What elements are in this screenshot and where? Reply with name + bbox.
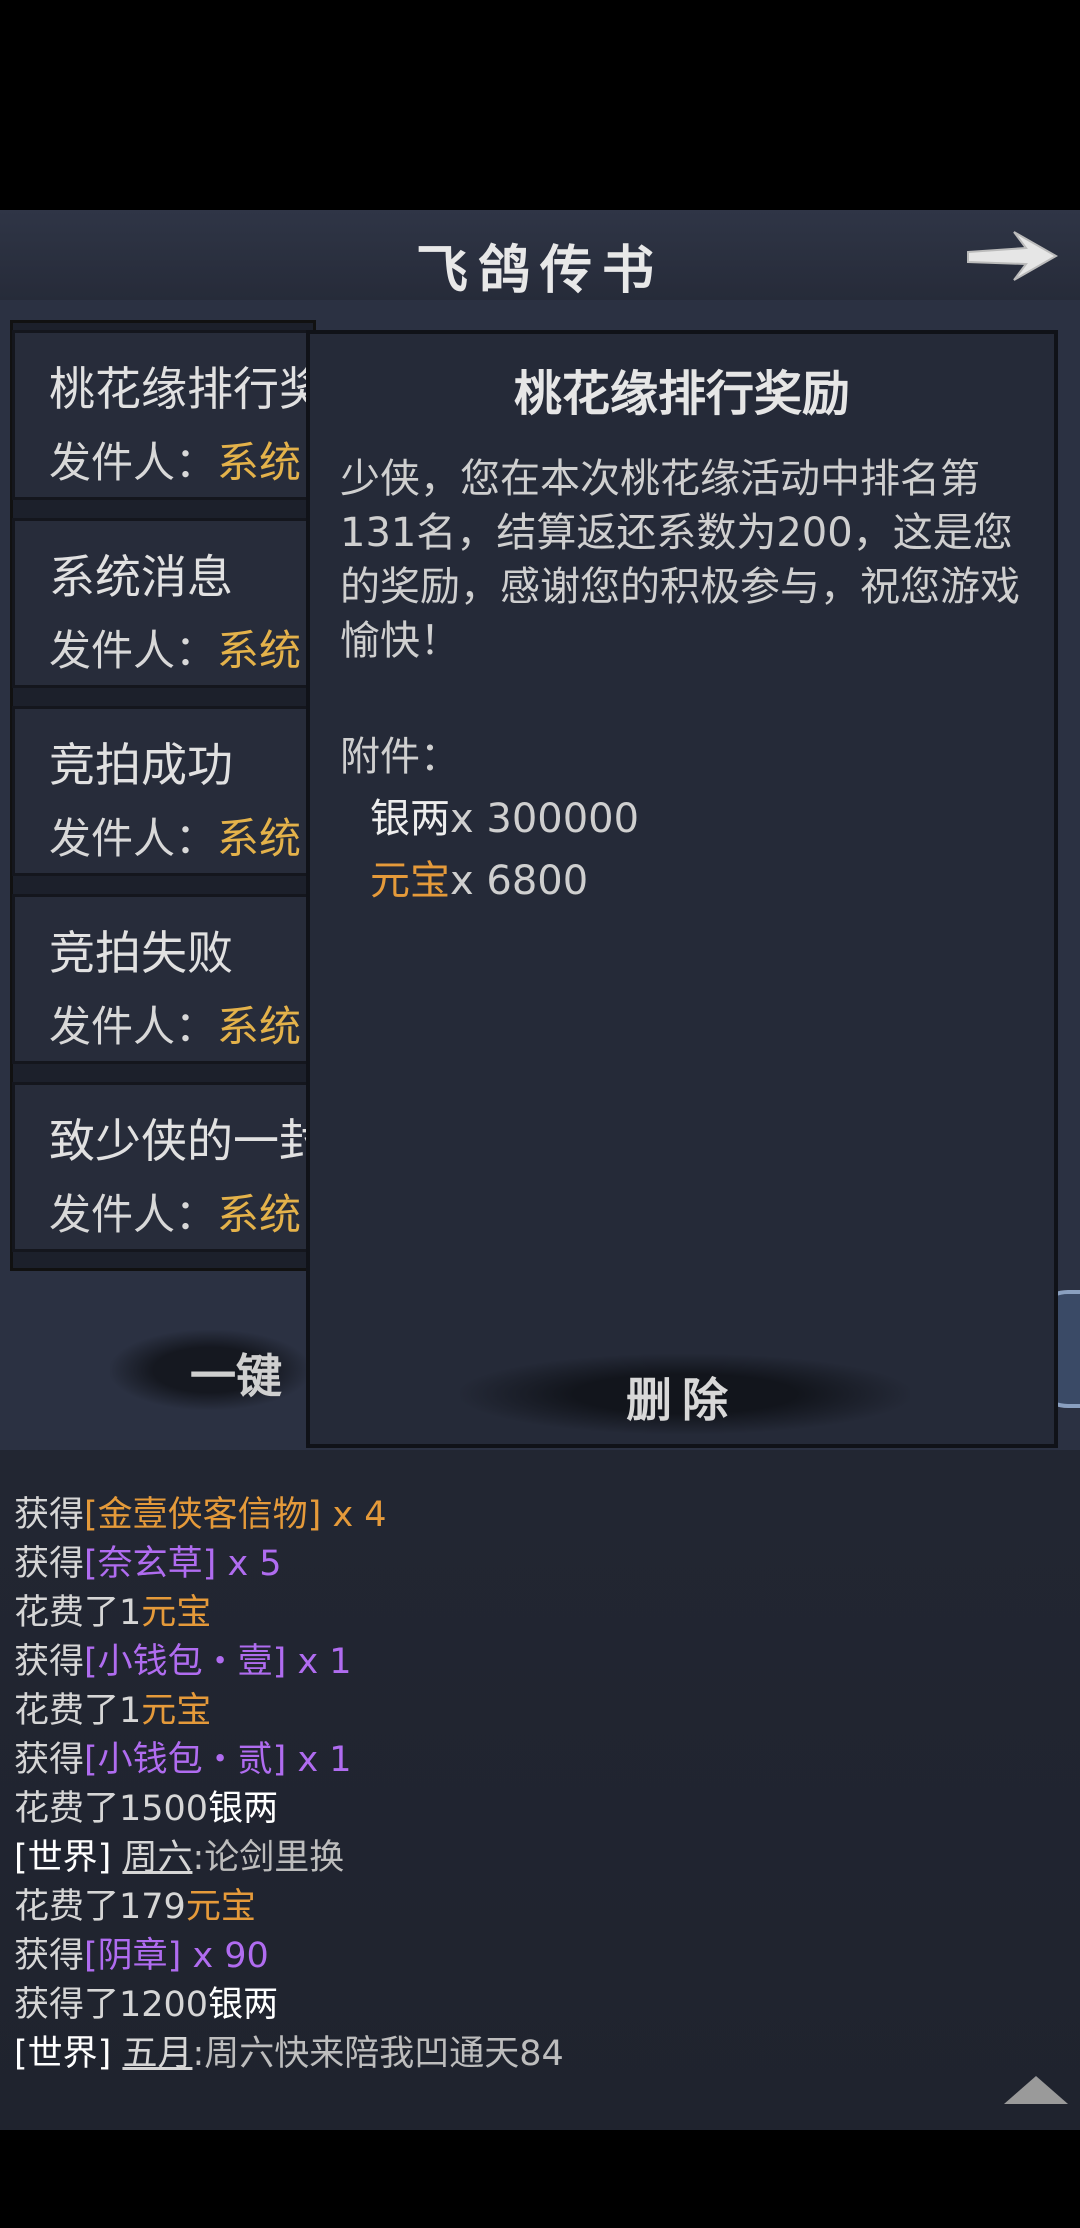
mail-detail-panel: 桃花缘排行奖励 少侠，您在本次桃花缘活动中排名第131名，结算返还系数为200，… [306, 330, 1058, 1448]
navigation-bar-area [0, 2130, 1080, 2228]
chat-line: 获得了1200银两 [14, 1985, 279, 2025]
mail-sender: 发件人：系统 [49, 814, 302, 863]
chat-line: 获得[阴章] x 90 [14, 1936, 269, 1976]
delete-label: 删除 [626, 1373, 738, 1427]
attachment-label: 附件： [340, 734, 460, 780]
scroll-up-icon[interactable] [1004, 2076, 1068, 2104]
mail-title: 桃花缘排行奖励 [49, 362, 309, 416]
mail-sender: 发件人：系统 [49, 626, 302, 675]
page-title: 飞鸽传书 [415, 240, 664, 301]
mail-item[interactable]: 桃花缘排行奖励 发件人：系统 [12, 330, 312, 500]
mail-sender: 发件人：系统 [49, 1190, 302, 1239]
chat-line: 花费了1500银两 [14, 1789, 279, 1829]
chat-line: 花费了1元宝 [14, 1691, 212, 1731]
chat-line: 获得[小钱包・贰] x 1 [14, 1740, 352, 1780]
mail-item[interactable]: 致少侠的一封信 发件人：系统 [12, 1082, 312, 1252]
chat-log: 获得[金壹侠客信物] x 4 获得[奈玄草] x 5 花费了1元宝 获得[小钱包… [0, 1450, 1080, 2130]
mail-title: 竞拍成功 [49, 738, 233, 792]
mail-title: 系统消息 [49, 550, 233, 604]
one-key-label: 一键 [190, 1349, 282, 1403]
chat-line: 获得[小钱包・壹] x 1 [14, 1642, 352, 1682]
mail-sender: 发件人：系统 [49, 1002, 302, 1051]
header-bar: 飞鸽传书 [0, 210, 1080, 304]
back-arrow-icon[interactable] [964, 226, 1060, 286]
chat-line: 获得[金壹侠客信物] x 4 [14, 1495, 387, 1535]
status-bar-area [0, 0, 1080, 210]
detail-body-text: 少侠，您在本次桃花缘活动中排名第131名，结算返还系数为200，这是您的奖励，感… [340, 456, 1020, 664]
mail-item[interactable]: 竞拍成功 发件人：系统 [12, 706, 312, 876]
chat-line: 获得[奈玄草] x 5 [14, 1544, 282, 1584]
chat-line[interactable]: [世界] 五月:周六快来陪我凹通天84 [14, 2025, 564, 2076]
chat-line[interactable]: [世界] 周六:论剑里换 [14, 1829, 344, 1880]
attachment-item-silver: 银两x 300000 [370, 796, 640, 842]
mail-item[interactable]: 系统消息 发件人：系统 [12, 518, 312, 688]
mail-sender: 发件人：系统 [49, 438, 302, 487]
mail-title: 致少侠的一封信 [49, 1114, 309, 1168]
chat-line: 花费了1元宝 [14, 1593, 212, 1633]
detail-title: 桃花缘排行奖励 [513, 366, 850, 422]
chat-line: 花费了179元宝 [14, 1887, 256, 1927]
mail-title: 竞拍失败 [49, 926, 233, 980]
mail-item[interactable]: 竞拍失败 发件人：系统 [12, 894, 312, 1064]
attachment-item-yuanbao: 元宝x 6800 [370, 858, 589, 904]
